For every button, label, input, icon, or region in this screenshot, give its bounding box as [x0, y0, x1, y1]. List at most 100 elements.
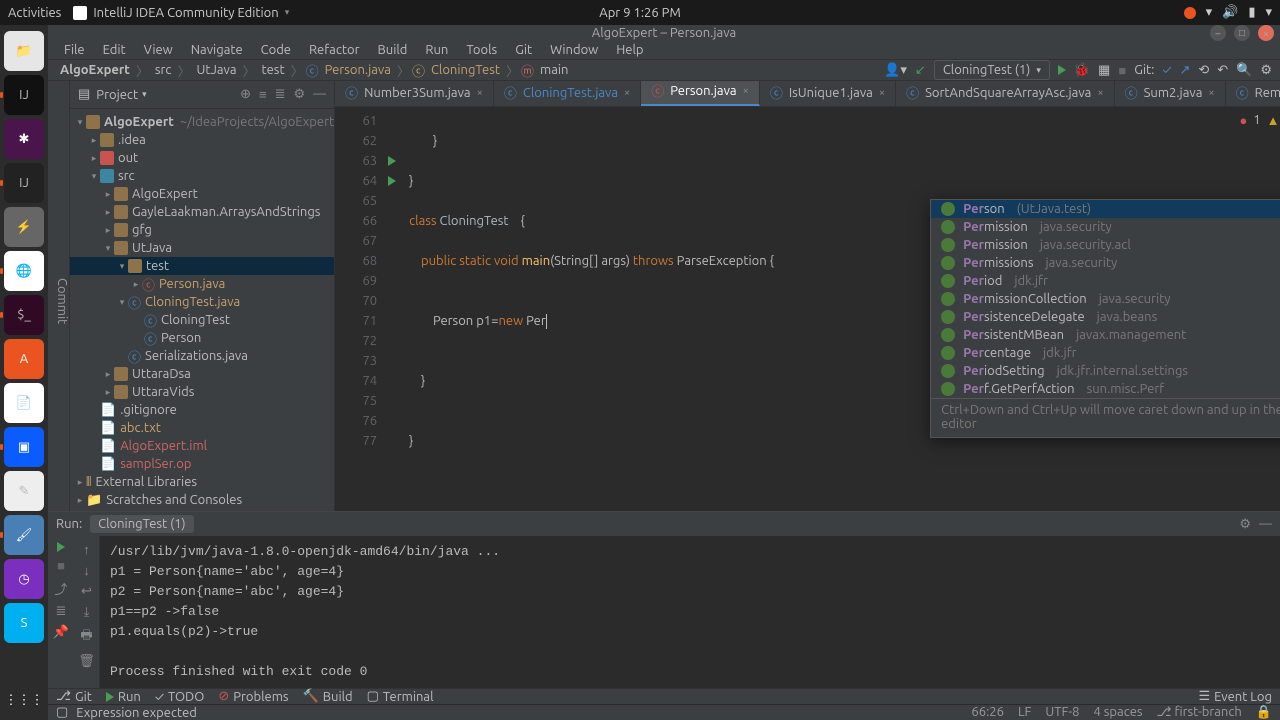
- document-icon[interactable]: 📄: [4, 383, 44, 423]
- crumb-pkg2[interactable]: test: [258, 63, 289, 77]
- expand-icon[interactable]: ≡: [259, 87, 267, 102]
- run-console[interactable]: /usr/lib/jvm/java-1.8.0-openjdk-amd64/bi…: [100, 536, 1280, 688]
- locate-icon[interactable]: ⊕: [240, 87, 251, 102]
- completion-item[interactable]: PersistentMBeanjavax.management: [931, 326, 1280, 344]
- project-title[interactable]: Project: [96, 88, 138, 102]
- collapse-icon[interactable]: ≣: [275, 87, 286, 102]
- crumb-project[interactable]: AlgoExpert: [56, 63, 134, 77]
- bb-problems[interactable]: ⊘ Problems: [218, 689, 288, 704]
- trash-icon[interactable]: 🗑: [78, 654, 95, 669]
- completion-item[interactable]: PeriodSettingjdk.jfr.internal.settings: [931, 362, 1280, 380]
- encoding[interactable]: UTF-8: [1045, 705, 1079, 720]
- tab-sortandsquare[interactable]: ⓒSortAndSquareArrayAsc.java×: [896, 81, 1115, 106]
- indent[interactable]: 4 spaces: [1093, 705, 1142, 720]
- run-hide-icon[interactable]: —: [1259, 517, 1272, 532]
- menu-window[interactable]: Window: [542, 41, 606, 59]
- bb-build[interactable]: 🔨 Build: [303, 689, 353, 704]
- debug-button[interactable]: 🐞: [1074, 63, 1090, 78]
- down-stack-icon[interactable]: ↓: [83, 563, 90, 578]
- menu-edit[interactable]: Edit: [95, 41, 134, 59]
- completion-item[interactable]: Person(UtJava.test): [931, 200, 1280, 218]
- activity-icon[interactable]: ⚡: [4, 207, 44, 247]
- menu-help[interactable]: Help: [608, 41, 651, 59]
- git-commit-icon[interactable]: ✓: [1162, 63, 1171, 77]
- minimize-button[interactable]: –: [1210, 25, 1226, 41]
- crumb-class[interactable]: CloningTest: [427, 63, 504, 77]
- caret-pos[interactable]: 66:26: [971, 705, 1004, 720]
- close-icon[interactable]: ×: [477, 87, 483, 99]
- completion-item[interactable]: Permissionjava.security.acl: [931, 236, 1280, 254]
- search-icon[interactable]: 🔍: [1236, 63, 1252, 78]
- tool-window-icon[interactable]: ▢: [56, 705, 68, 720]
- tab-number3sum[interactable]: ⓒNumber3Sum.java×: [335, 81, 494, 106]
- tab-sum2[interactable]: ⓒSum2.java×: [1115, 81, 1226, 106]
- completion-item[interactable]: PermissionCollectionjava.security: [931, 290, 1280, 308]
- git-push-icon[interactable]: ↗: [1179, 63, 1190, 78]
- completion-item[interactable]: Permissionjava.security: [931, 218, 1280, 236]
- print-icon[interactable]: 🖶: [80, 626, 92, 648]
- tab-removekth[interactable]: ⓒRemoveKth: [1226, 81, 1280, 106]
- network-icon[interactable]: ▾: [1206, 5, 1213, 20]
- completion-item[interactable]: PersistenceDelegatejava.beans: [931, 308, 1280, 326]
- menu-code[interactable]: Code: [253, 41, 299, 59]
- up-stack-icon[interactable]: ↑: [83, 542, 90, 557]
- bb-todo[interactable]: ✓ TODO: [155, 690, 205, 704]
- slack-icon[interactable]: ✱: [4, 119, 44, 159]
- hide-icon[interactable]: —: [313, 87, 326, 102]
- bb-eventlog[interactable]: ☰ Event Log: [1199, 689, 1273, 704]
- battery-icon[interactable]: ▮: [1248, 5, 1255, 20]
- run-config-tab[interactable]: CloningTest (1): [90, 515, 194, 533]
- menu-build[interactable]: Build: [370, 41, 416, 59]
- menu-navigate[interactable]: Navigate: [183, 41, 251, 59]
- maximize-button[interactable]: □: [1234, 25, 1250, 41]
- commit-rail[interactable]: Commit: [55, 91, 69, 511]
- run-settings-icon[interactable]: ⚙: [1239, 517, 1251, 532]
- intellij-dock-icon[interactable]: IJ: [4, 75, 44, 115]
- bb-terminal[interactable]: ▢ Terminal: [367, 689, 434, 704]
- skype-icon[interactable]: S: [4, 603, 44, 643]
- terminal-icon[interactable]: $_: [4, 295, 44, 335]
- line-sep[interactable]: LF: [1018, 705, 1031, 720]
- zoom-icon[interactable]: ▣: [4, 427, 44, 467]
- completion-item[interactable]: Percentagejdk.jfr: [931, 344, 1280, 362]
- project-dropdown-icon[interactable]: ▾: [142, 89, 147, 100]
- pushpin-icon[interactable]: 📌: [53, 625, 69, 640]
- rerun-button[interactable]: [57, 542, 65, 552]
- clock[interactable]: Apr 9 1:26 PM: [599, 6, 681, 20]
- settings-icon[interactable]: ⚙: [1260, 63, 1272, 78]
- crumb-file[interactable]: Person.java: [321, 63, 395, 77]
- crumb-pkg1[interactable]: UtJava: [192, 63, 240, 77]
- vcs-update-icon[interactable]: ↙: [915, 63, 926, 78]
- close-button[interactable]: ×: [1258, 25, 1274, 41]
- stop-run-button[interactable]: ■: [57, 558, 65, 573]
- bb-run[interactable]: Run: [106, 690, 141, 704]
- soft-wrap-icon[interactable]: ↩: [81, 584, 92, 599]
- completion-item[interactable]: Perf.GetPerfActionsun.misc.Perf: [931, 380, 1280, 398]
- gimp-icon[interactable]: 🖌: [4, 515, 44, 555]
- text-editor-icon[interactable]: ✎: [4, 471, 44, 511]
- tab-person[interactable]: ⓒPerson.java×: [641, 81, 760, 106]
- lock-icon[interactable]: 🔒: [1256, 705, 1272, 720]
- activities-btn[interactable]: Activities: [8, 6, 61, 20]
- run-gutter[interactable]: [383, 107, 401, 511]
- git-branch[interactable]: ⎇ first-branch: [1157, 705, 1242, 720]
- rollback-icon[interactable]: ↶: [1217, 63, 1228, 78]
- code-completion-popup[interactable]: Person(UtJava.test)Permissionjava.securi…: [930, 199, 1280, 438]
- apps-grid-icon[interactable]: ⋮⋮⋮: [4, 680, 44, 720]
- crumb-src[interactable]: src: [151, 63, 176, 77]
- run-config-selector[interactable]: CloningTest (1)▾: [934, 60, 1050, 80]
- settings-icon[interactable]: ⚙: [294, 87, 306, 102]
- run-button[interactable]: [1058, 65, 1066, 75]
- layout-icon[interactable]: ≣: [56, 604, 67, 619]
- inspections-widget[interactable]: ●1 ▲7 ⌃ ⌄: [1239, 113, 1280, 128]
- app-name[interactable]: IntelliJ IDEA Community Edition: [93, 6, 278, 20]
- scroll-end-icon[interactable]: ⤓: [84, 605, 90, 620]
- power-menu-icon[interactable]: ▾: [1265, 5, 1272, 20]
- intellij-dock-icon-2[interactable]: IJ: [4, 163, 44, 203]
- menu-tools[interactable]: Tools: [458, 41, 505, 59]
- menu-view[interactable]: View: [136, 41, 181, 59]
- git-history-icon[interactable]: ⟲: [1198, 63, 1209, 78]
- volume-icon[interactable]: 🔊: [1222, 5, 1238, 20]
- crumb-method[interactable]: main: [536, 63, 572, 77]
- tab-cloningtest[interactable]: ⓒCloningTest.java×: [494, 81, 641, 106]
